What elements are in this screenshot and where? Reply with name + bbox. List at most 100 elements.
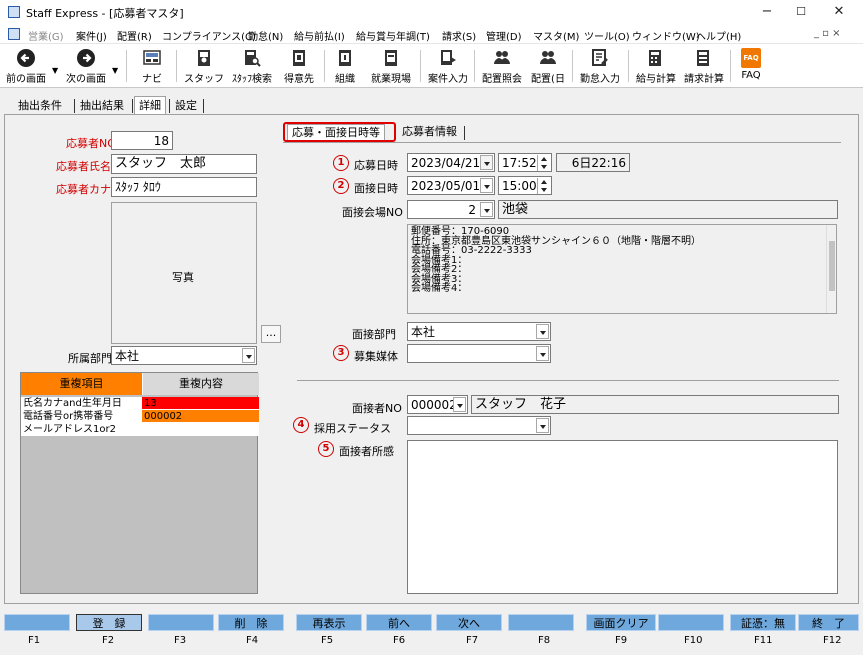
payroll-calc-button[interactable]: 給与計算 (632, 46, 680, 86)
fkey-f3[interactable] (148, 614, 214, 631)
dept-select[interactable]: 本社 (111, 346, 257, 365)
case-input-button[interactable]: 案件入力 (424, 46, 472, 86)
interviewer-no-select[interactable]: 000002 (407, 395, 468, 414)
apply-date-field[interactable]: 2023/04/21 (407, 153, 495, 172)
marker-3: 3 (333, 345, 349, 361)
fkey-f10[interactable] (658, 614, 724, 631)
dup-row-value: 000002 (142, 410, 259, 423)
register-button[interactable]: 登 録 (76, 614, 142, 631)
interview-datetime-label: 面接日時 (354, 182, 398, 195)
next-screen-button[interactable]: 次の画面 (62, 46, 110, 86)
fkey-label: F11 (754, 635, 773, 646)
interviewer-impression-label: 面接者所感 (339, 445, 394, 458)
calendar-dropdown-icon[interactable] (480, 178, 493, 193)
applicant-kana-field[interactable]: ｽﾀｯﾌ ﾀﾛｳ (111, 177, 257, 197)
marker-4: 4 (293, 417, 309, 433)
tab-settings[interactable]: 設定 (171, 97, 201, 115)
next-dropdown-icon[interactable]: ▼ (112, 66, 118, 75)
site-button[interactable]: 就業現場 (366, 46, 416, 86)
interview-dept-select[interactable]: 本社 (407, 322, 551, 341)
prev-record-button[interactable]: 前へ (366, 614, 432, 631)
menu-sales[interactable]: 営業(G) (28, 28, 64, 43)
applicant-name-field[interactable]: スタッフ 太郎 (111, 154, 257, 174)
menu-assign[interactable]: 配置(R) (117, 28, 152, 43)
staff-button[interactable]: スタッフ (182, 46, 226, 86)
venue-details-box[interactable]: 郵便番号：170-6090 住所：東京都豊島区東池袋サンシャイン６０（地階・階層… (407, 224, 837, 314)
faq-button[interactable]: FAQ FAQ (736, 46, 766, 86)
menu-master[interactable]: マスタ(M) (533, 28, 579, 43)
venue-no-label: 面接会場NO (342, 206, 403, 219)
photo-area[interactable]: 写真 (111, 202, 257, 344)
calendar-dropdown-icon[interactable] (480, 155, 493, 170)
navi-icon (143, 50, 161, 65)
chevron-down-icon[interactable] (242, 348, 255, 363)
menu-tools[interactable]: ツール(O) (584, 28, 630, 43)
menu-admin[interactable]: 管理(D) (486, 28, 522, 43)
subtab-applicant-info[interactable]: 応募者情報 (398, 124, 461, 140)
assign-day-button[interactable]: 配置(日 (528, 46, 568, 86)
attendance-input-button[interactable]: 勤怠入力 (576, 46, 624, 86)
venue-no-select[interactable]: 2 (407, 200, 495, 219)
applicant-kana-label: 応募者カナ (56, 183, 111, 196)
menu-compliance[interactable]: コンプライアンス(C) (162, 28, 256, 43)
fkey-f8[interactable] (508, 614, 574, 631)
evidence-button[interactable]: 証憑：無 (730, 614, 796, 631)
menu-attendance[interactable]: 勤怠(N) (248, 28, 283, 43)
org-button[interactable]: 組織 (330, 46, 360, 86)
next-record-button[interactable]: 次へ (436, 614, 502, 631)
menu-window[interactable]: ウィンドウ(W) (632, 28, 700, 43)
case-input-icon (441, 50, 456, 65)
clear-screen-button[interactable]: 画面クリア (586, 614, 656, 631)
applicant-no-label: 応募者NO (66, 137, 116, 150)
time-spinner-icon[interactable] (537, 178, 550, 194)
interview-time-field[interactable]: 15:00 (498, 176, 552, 195)
interviewer-impression-textarea[interactable] (407, 440, 838, 594)
fkey-label: F4 (246, 635, 259, 646)
scrollbar-thumb[interactable] (829, 241, 835, 291)
billing-calc-button[interactable]: 請求計算 (680, 46, 728, 86)
tab-extract-results[interactable]: 抽出結果 (76, 97, 128, 115)
hire-status-select[interactable] (407, 416, 551, 435)
dup-row-item: 電話番号or携帯番号 (21, 410, 142, 423)
menu-payroll[interactable]: 給与賞与年調(T) (356, 28, 430, 43)
hire-status-label: 採用ステータス (314, 422, 391, 435)
fkey-f1[interactable] (4, 614, 70, 631)
navi-button[interactable]: ナビ (136, 46, 168, 86)
chevron-down-icon[interactable] (536, 418, 549, 433)
dept-label: 所属部門 (68, 352, 112, 365)
close-button[interactable]: ✕ (824, 2, 854, 22)
staff-search-button[interactable]: ｽﾀｯﾌ検索 (228, 46, 276, 86)
client-button[interactable]: 得意先 (280, 46, 318, 86)
photo-browse-button[interactable]: ... (261, 325, 281, 343)
chevron-down-icon[interactable] (536, 346, 549, 361)
chevron-down-icon[interactable] (453, 397, 466, 412)
prev-dropdown-icon[interactable]: ▼ (52, 66, 58, 75)
menu-help[interactable]: ヘルプ(H) (696, 28, 741, 43)
tab-extract-conditions[interactable]: 抽出条件 (14, 97, 66, 115)
maximize-button[interactable]: ☐ (786, 2, 816, 22)
fkey-label: F2 (102, 635, 115, 646)
tab-detail[interactable]: 詳細 (134, 96, 166, 114)
recruit-media-select[interactable] (407, 344, 551, 363)
menu-case[interactable]: 案件(J) (76, 28, 107, 43)
subtab-apply-interview[interactable]: 応募・面接日時等 (287, 124, 385, 140)
time-spinner-icon[interactable] (537, 155, 550, 171)
interview-date-field[interactable]: 2023/05/01 (407, 176, 495, 195)
chevron-down-icon[interactable] (480, 202, 493, 217)
mdi-window-controls[interactable]: _ ▫ × (814, 28, 841, 39)
chevron-down-icon[interactable] (536, 324, 549, 339)
refresh-button[interactable]: 再表示 (296, 614, 362, 631)
marker-1: 1 (333, 155, 349, 171)
apply-time-field[interactable]: 17:52 (498, 153, 552, 172)
assign-view-button[interactable]: 配置照会 (478, 46, 526, 86)
minimize-button[interactable]: − (752, 2, 782, 22)
toolbar: 前の画面 ▼ 次の画面 ▼ ナビ スタッフ ｽﾀｯﾌ検索 得意先 組織 就業現場… (0, 44, 863, 88)
menu-billing[interactable]: 請求(S) (442, 28, 476, 43)
applicant-no-field[interactable]: 18 (111, 131, 173, 150)
vertical-scrollbar[interactable] (826, 225, 836, 313)
exit-button[interactable]: 終 了 (798, 614, 859, 631)
prev-screen-button[interactable]: 前の画面 (4, 46, 48, 86)
interviewer-no-label: 面接者NO (352, 402, 402, 415)
menu-prepay[interactable]: 給与前払(I) (294, 28, 345, 43)
delete-button[interactable]: 削 除 (218, 614, 284, 631)
